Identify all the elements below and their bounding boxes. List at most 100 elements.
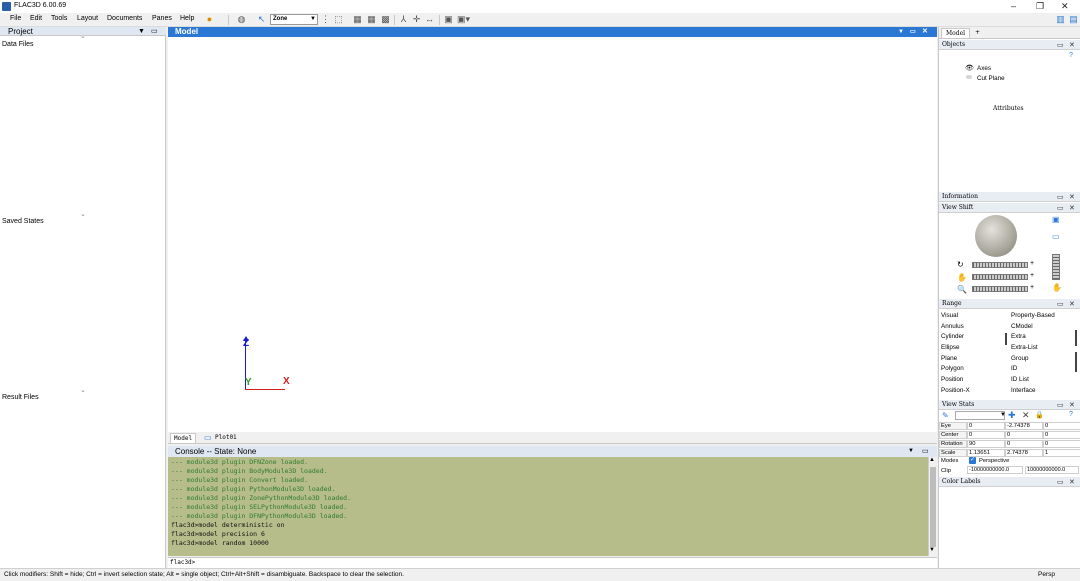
range-item[interactable]: CModel xyxy=(1011,322,1073,333)
help-icon[interactable]: ? xyxy=(1069,411,1073,418)
float-icon[interactable]: ▭ xyxy=(1057,40,1064,50)
close-icon[interactable]: ✕ xyxy=(1069,400,1075,410)
range-item[interactable]: Position xyxy=(941,375,1001,386)
zoom-icon[interactable]: 🔍 xyxy=(957,285,967,294)
zoom-slider[interactable] xyxy=(972,286,1028,292)
float-icon[interactable]: ▭ xyxy=(1057,192,1064,202)
rotation-sphere[interactable] xyxy=(975,215,1017,257)
float-icon[interactable]: ▭ xyxy=(1057,203,1064,213)
close-icon[interactable]: ✕ xyxy=(922,27,928,37)
select-box-icon[interactable]: ⬚ xyxy=(333,14,344,25)
pointer-icon[interactable]: ↖ xyxy=(256,14,267,25)
reset-view-icon[interactable]: ▣ xyxy=(1052,215,1060,224)
add-icon[interactable]: ✚ xyxy=(1008,410,1016,421)
data-files-section[interactable]: Data Files xyxy=(2,41,34,48)
console-scrollbar[interactable]: ▲ ▼ xyxy=(928,457,937,556)
stats-value[interactable]: 0 xyxy=(1005,440,1043,448)
grid-fill-icon[interactable]: ▩ xyxy=(380,14,391,25)
close-icon[interactable]: ✕ xyxy=(1069,40,1075,50)
clip-min-field[interactable]: -10000000000.0 xyxy=(967,466,1023,474)
minimize-icon[interactable]: – xyxy=(1011,1,1016,11)
range-item[interactable]: Visual xyxy=(941,311,1001,322)
rotate-icon[interactable]: ↻ xyxy=(957,260,964,269)
scroll-up-icon[interactable]: ▲ xyxy=(929,457,935,463)
range-item[interactable]: Plane xyxy=(941,354,1001,365)
range-item[interactable]: Group xyxy=(1011,354,1073,365)
range-item[interactable]: Extra-List xyxy=(1011,343,1073,354)
tab-model-control[interactable]: Model xyxy=(941,28,971,38)
help-icon[interactable]: ? xyxy=(1069,52,1073,59)
float-icon[interactable]: ▭ xyxy=(151,27,158,36)
fit-view-icon[interactable]: ▭ xyxy=(1052,232,1060,241)
delete-icon[interactable]: ✕ xyxy=(1022,410,1030,421)
chevron-down-icon[interactable]: ⌄ xyxy=(80,386,86,394)
chevron-down-icon[interactable]: ▼ xyxy=(908,446,914,457)
range-item[interactable]: Annulus xyxy=(941,322,1001,333)
chevron-down-icon[interactable]: ⌄ xyxy=(80,32,86,40)
stats-value[interactable]: 0 xyxy=(1043,440,1080,448)
stats-value[interactable]: 2.74378 xyxy=(1005,449,1043,457)
close-icon[interactable]: ✕ xyxy=(1069,477,1075,487)
sphere-icon[interactable]: ◍ xyxy=(236,14,247,25)
plus-icon[interactable]: + xyxy=(1030,272,1034,279)
perspective-checkbox[interactable]: ✓ xyxy=(969,457,976,464)
pan-slider[interactable] xyxy=(972,274,1028,280)
stats-value[interactable]: 90 xyxy=(967,440,1005,448)
chevron-down-icon[interactable]: ▼ xyxy=(138,27,145,36)
stats-value[interactable]: 0 xyxy=(1043,422,1080,430)
wand-icon[interactable]: ✎ xyxy=(942,411,949,420)
object-type-select[interactable]: Zone ▼ xyxy=(270,14,318,25)
window-icon[interactable]: ▣ xyxy=(443,14,454,25)
layout-pane-icon[interactable]: ▤ xyxy=(1068,14,1079,25)
range-item[interactable]: ID xyxy=(1011,364,1073,375)
stats-value[interactable]: 0 xyxy=(1005,431,1043,439)
float-icon[interactable]: ▭ xyxy=(1057,477,1064,487)
range-item[interactable]: Polygon xyxy=(941,364,1001,375)
range-item[interactable]: Ellipse xyxy=(941,343,1001,354)
close-icon[interactable]: ✕ xyxy=(1069,203,1075,213)
rotate-slider[interactable] xyxy=(972,262,1028,268)
grid-alt-icon[interactable]: ▦ xyxy=(366,14,377,25)
close-icon[interactable]: ✕ xyxy=(1069,192,1075,202)
grid-icon[interactable]: ▦ xyxy=(352,14,363,25)
tab-plot01[interactable]: Plot01 xyxy=(212,433,240,442)
result-files-section[interactable]: Result Files xyxy=(2,394,39,401)
saved-states-section[interactable]: Saved States xyxy=(2,218,44,225)
plus-icon[interactable]: + xyxy=(1030,260,1034,267)
range-scrollbar-lower[interactable] xyxy=(1075,352,1077,372)
range-item[interactable]: Extra xyxy=(1011,332,1073,343)
close-icon[interactable]: ✕ xyxy=(1069,299,1075,309)
float-icon[interactable]: ▭ xyxy=(910,27,916,37)
float-icon[interactable]: ▭ xyxy=(1057,299,1064,309)
object-cut-plane[interactable]: Cut Plane xyxy=(977,75,1005,82)
help-bulb-icon[interactable]: ● xyxy=(204,14,215,25)
float-icon[interactable]: ▭ xyxy=(922,446,929,457)
hidden-eye-icon[interactable] xyxy=(966,75,972,79)
hand-icon[interactable]: ✋ xyxy=(1052,283,1062,292)
model-view[interactable]: Model ▼ ▭ ✕ Z Y X xyxy=(168,27,937,432)
console-output[interactable]: --- module3d plugin DFNZone loaded. --- m… xyxy=(168,457,928,556)
menu-documents[interactable]: Documents xyxy=(107,15,142,22)
stats-value[interactable]: -2.74378 xyxy=(1005,422,1043,430)
clip-max-field[interactable]: 10000000000.0 xyxy=(1025,466,1079,474)
stats-value[interactable]: 0 xyxy=(967,431,1005,439)
axis-icon[interactable]: ⅄ xyxy=(398,14,409,25)
range-item[interactable]: Interface xyxy=(1011,386,1073,397)
menu-panes[interactable]: Panes xyxy=(152,15,172,22)
resize-icon[interactable]: ↔ xyxy=(424,14,435,25)
stats-value[interactable]: 1 xyxy=(1043,449,1080,457)
command-input[interactable]: flac3d> xyxy=(168,557,937,568)
range-splitter[interactable] xyxy=(1005,333,1007,345)
pan-icon[interactable]: ✋ xyxy=(957,273,967,282)
scroll-thumb[interactable] xyxy=(930,467,936,547)
eye-icon[interactable]: 👁 xyxy=(965,64,974,72)
select-tool-icon[interactable]: ⋮ xyxy=(320,14,331,25)
stats-value[interactable]: 0 xyxy=(1043,431,1080,439)
vertical-slider[interactable] xyxy=(1052,254,1060,280)
layout-icon[interactable]: ▣▾ xyxy=(457,14,470,25)
range-item[interactable]: Property-Based xyxy=(1011,311,1073,322)
menu-file[interactable]: File xyxy=(10,15,21,22)
add-tab-button[interactable]: + xyxy=(971,28,984,37)
close-icon[interactable]: ✕ xyxy=(1061,1,1069,12)
menu-edit[interactable]: Edit xyxy=(30,15,42,22)
